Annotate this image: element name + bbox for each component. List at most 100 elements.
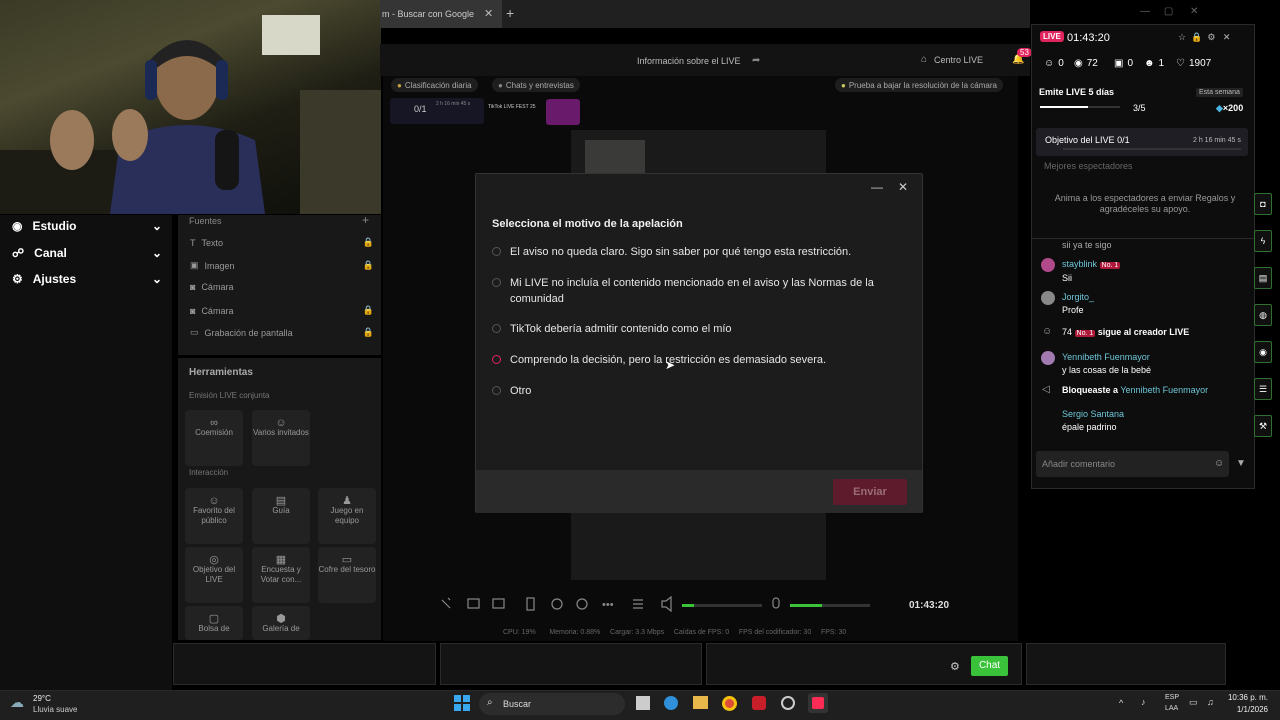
camera-toggle-icon[interactable] [576, 598, 588, 610]
source-item[interactable]: ◙ Cámara 🔒 [190, 305, 374, 316]
daily-ranking-chip[interactable]: ● Clasificación diaria [391, 78, 478, 92]
rail-button[interactable]: ▤ [1254, 267, 1272, 289]
radio-icon[interactable] [492, 324, 501, 333]
clock-time[interactable]: 10:36 p. m. [1226, 693, 1268, 702]
source-item[interactable]: T Texto 🔒 [190, 237, 374, 248]
share-icon[interactable]: ➦ [752, 55, 760, 66]
star-icon[interactable]: ☆ [1178, 32, 1186, 42]
rail-button[interactable]: ☰ [1254, 378, 1272, 400]
avatar[interactable] [1041, 258, 1055, 272]
tab-close-icon[interactable]: ✕ [484, 7, 493, 20]
lang-indicator-sub[interactable]: LAA [1165, 705, 1178, 712]
radio-icon[interactable] [492, 247, 501, 256]
appeal-option[interactable]: El aviso no queda claro. Sigo sin saber … [492, 244, 902, 260]
lock-icon[interactable]: 🔒 [363, 305, 374, 316]
minimize-button[interactable]: — [871, 180, 883, 194]
source-item[interactable]: ▭ Grabación de pantalla 🔒 [190, 327, 374, 338]
rail-button[interactable]: ◍ [1254, 304, 1272, 326]
appeal-option[interactable]: Comprendo la decisión, pero la restricci… [492, 352, 902, 368]
sidebar-item-ajustes[interactable]: ⚙ Ajustes ⌄ [12, 269, 162, 289]
app-icon-red[interactable] [752, 696, 766, 710]
comment-input[interactable]: Añadir comentario [1036, 451, 1229, 477]
weather-desc[interactable]: Lluvia suave [33, 705, 77, 714]
clock-date[interactable]: 1/1/2026 [1226, 705, 1268, 714]
record-icon[interactable] [551, 598, 563, 610]
gear-icon[interactable]: ⚙ [1207, 32, 1215, 42]
filter-icon[interactable]: ▼ [1236, 458, 1246, 469]
resolution-tip-chip[interactable]: ● Prueba a bajar la resolución de la cáma… [835, 78, 1003, 92]
chat-username[interactable]: Jorgito_ [1062, 292, 1094, 302]
taskbar-search[interactable]: ⌕ Buscar [479, 693, 625, 715]
new-tab-button[interactable]: + [506, 5, 514, 21]
centro-live-link[interactable]: Centro LIVE [934, 55, 983, 65]
tool-encuesta[interactable]: ▦ Encuesta y Votar con... [252, 547, 310, 603]
magic-wand-icon[interactable] [441, 597, 451, 609]
add-source-button[interactable]: + [362, 213, 369, 227]
file-explorer-icon[interactable] [693, 696, 708, 709]
source-item[interactable]: ◙ Cámara [190, 282, 374, 292]
close-modal-button[interactable]: ✕ [898, 180, 908, 194]
lock-icon[interactable]: 🔒 [363, 260, 374, 271]
appeal-option[interactable]: Mi LIVE no incluía el contenido menciona… [492, 275, 887, 307]
tool-coemision[interactable]: ∞ Coemisión [185, 410, 243, 466]
task-view-icon[interactable] [636, 696, 650, 710]
sources-title: Fuentes [189, 216, 222, 226]
rail-button[interactable]: ◘ [1254, 193, 1272, 215]
chrome-icon[interactable] [722, 696, 737, 711]
lang-indicator[interactable]: ESP [1165, 694, 1179, 701]
chats-chip[interactable]: ● Chats y entrevistas [492, 78, 580, 92]
tool-guia[interactable]: ▤ Guía [252, 488, 310, 544]
network-icon[interactable]: ▭ [1189, 697, 1198, 708]
tiktok-icon-inner [812, 697, 824, 709]
tool-favorito[interactable]: ☺ Favorito del público [185, 488, 243, 544]
appeal-option[interactable]: TikTok debería admitir contenido como el… [492, 321, 902, 337]
lock-icon[interactable]: 🔒 [363, 237, 374, 248]
close-icon[interactable]: ✕ [1223, 32, 1231, 42]
fest-badge-image[interactable] [546, 99, 580, 125]
layout-icon[interactable] [492, 598, 505, 609]
submit-button[interactable]: Enviar [833, 479, 907, 505]
radio-icon[interactable] [492, 278, 501, 287]
image-icon[interactable] [467, 598, 480, 609]
radio-icon[interactable] [492, 355, 501, 364]
tool-cofre[interactable]: ▭ Cofre del tesoro [318, 547, 376, 603]
speaker-icon[interactable] [661, 595, 672, 613]
tool-juego-equipo[interactable]: ♟ Juego en equipo [318, 488, 376, 544]
tray-mic-icon[interactable]: ♪ [1141, 697, 1146, 707]
emoji-icon[interactable]: ☺ [1214, 458, 1224, 469]
sidebar-item-canal[interactable]: ☍ Canal ⌄ [12, 243, 162, 263]
lock-icon[interactable]: 🔒 [1191, 32, 1202, 42]
radio-icon[interactable] [492, 386, 501, 395]
tool-objetivo[interactable]: ◎ Objetivo del LIVE [185, 547, 243, 603]
avatar[interactable] [1041, 291, 1055, 305]
tool-galeria[interactable]: ⬢ Galería de [252, 606, 310, 640]
avatar[interactable] [1041, 351, 1055, 365]
chat-username[interactable]: Sergio Santana [1062, 409, 1124, 419]
text-icon: T [190, 237, 196, 248]
edge-icon[interactable] [664, 696, 678, 710]
tool-varios-invitados[interactable]: ☺ Varios invitados [252, 410, 310, 466]
lock-icon[interactable]: 🔒 [363, 327, 374, 338]
appeal-option[interactable]: Otro [492, 383, 902, 399]
rail-button[interactable]: ⚒ [1254, 415, 1272, 437]
phone-icon[interactable] [526, 597, 535, 611]
chat-button[interactable]: Chat [971, 656, 1008, 676]
rail-button[interactable]: ϟ [1254, 230, 1272, 252]
microphone-icon[interactable] [772, 597, 780, 609]
volume-icon[interactable]: ♫ [1207, 697, 1214, 707]
windows-start-icon[interactable] [454, 695, 470, 711]
chat-username[interactable]: Yennibeth Fuenmayor [1120, 385, 1208, 395]
mixer-icon[interactable] [633, 599, 643, 609]
rail-button[interactable]: ◉ [1254, 341, 1272, 363]
more-icon[interactable]: ••• [602, 599, 614, 611]
tool-bolsa[interactable]: ▢ Bolsa de [185, 606, 243, 640]
weather-icon[interactable]: ☁ [10, 694, 24, 711]
weather-temp[interactable]: 29°C [33, 694, 51, 703]
source-item[interactable]: ▣ Imagen 🔒 [190, 260, 374, 271]
sidebar-item-estudio[interactable]: ◉ Estudio ⌄ [12, 216, 162, 236]
settings-gear-icon[interactable]: ⚙ [950, 660, 960, 673]
chat-username[interactable]: stayblink [1062, 259, 1097, 269]
app-icon-circle[interactable] [781, 696, 795, 710]
chat-username[interactable]: Yennibeth Fuenmayor [1062, 352, 1150, 362]
tray-chevron-icon[interactable]: ^ [1119, 698, 1123, 708]
